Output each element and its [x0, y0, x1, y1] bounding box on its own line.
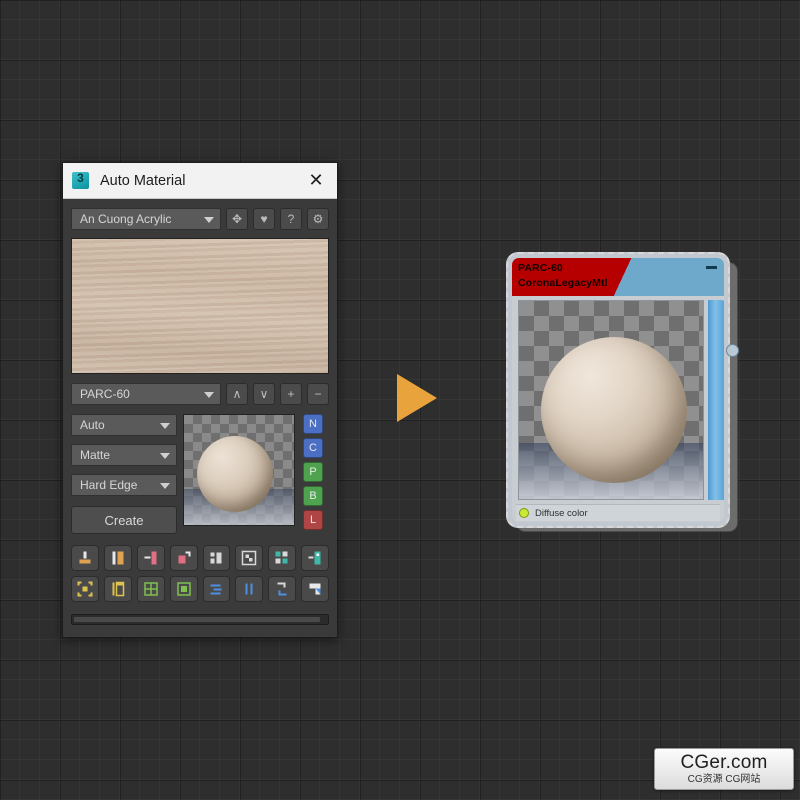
tool-grid-cells[interactable]: [268, 545, 297, 571]
tool-align-left[interactable]: [136, 545, 165, 571]
help-button[interactable]: ?: [280, 208, 302, 230]
channel-button-n[interactable]: N: [303, 414, 323, 434]
node-preview-thumbnail[interactable]: [518, 300, 704, 500]
move-down-button[interactable]: ∨: [253, 383, 275, 405]
channel-button-b[interactable]: B: [303, 486, 323, 506]
mapping-mode-value: Auto: [80, 418, 105, 432]
watermark-subtitle: CG资源 CG网站: [687, 773, 761, 785]
finish-value: Matte: [80, 448, 111, 462]
texture-preview[interactable]: [71, 238, 329, 374]
tool-panel-right[interactable]: [301, 545, 329, 571]
horizontal-scrollbar[interactable]: [71, 614, 329, 625]
node-title-line1: PARC-60: [518, 262, 563, 274]
move-up-button[interactable]: ∧: [226, 383, 248, 405]
material-sphere-preview[interactable]: [183, 414, 295, 526]
node-output-socket[interactable]: [726, 344, 739, 357]
scrollbar-thumb[interactable]: [74, 617, 320, 622]
finish-select[interactable]: Matte: [71, 444, 177, 466]
channel-buttons: N C P B L: [303, 414, 323, 530]
node-slot-diffuse-color[interactable]: Diffuse color: [516, 504, 720, 521]
tool-corner-shape[interactable]: [301, 576, 329, 602]
node-header[interactable]: PARC-60 CoronaLegacyMtl: [512, 258, 724, 296]
watermark-title: CGer.com: [680, 751, 768, 773]
channel-button-c[interactable]: C: [303, 438, 323, 458]
auto-material-dialog: 3 Auto Material ✕ An Cuong Acrylic ✥ ♥ ?…: [62, 162, 338, 638]
tool-side-panel[interactable]: [103, 576, 132, 602]
preset-row: PARC-60 ∧ ∨ + −: [71, 383, 329, 405]
channel-button-l[interactable]: L: [303, 510, 323, 530]
mapping-mode-select[interactable]: Auto: [71, 414, 177, 436]
dialog-title: Auto Material: [100, 172, 186, 189]
node-title-line2: CoronaLegacyMtl: [518, 277, 608, 289]
tool-distribute-h[interactable]: [202, 576, 231, 602]
tool-columns[interactable]: [202, 545, 231, 571]
chevron-down-icon: [160, 423, 170, 429]
preview-sphere: [197, 436, 273, 512]
favorite-button[interactable]: ♥: [253, 208, 275, 230]
dialog-body: An Cuong Acrylic ✥ ♥ ? ⚙ PARC-60 ∧ ∨ + −: [63, 199, 337, 602]
tool-apply-material[interactable]: [71, 545, 99, 571]
remove-preset-button[interactable]: −: [307, 383, 329, 405]
chevron-down-icon: [204, 392, 214, 398]
tool-button-grid: [71, 545, 329, 602]
preset-select-value: PARC-60: [80, 387, 130, 401]
material-row: An Cuong Acrylic ✥ ♥ ? ⚙: [71, 208, 329, 230]
slot-connector-dot-icon[interactable]: [519, 508, 529, 518]
create-button[interactable]: Create: [71, 506, 177, 534]
3dsmax-icon: 3: [72, 172, 89, 189]
edge-select[interactable]: Hard Edge: [71, 474, 177, 496]
chevron-down-icon: [204, 217, 214, 223]
middle-section: Auto Matte Hard Edge Create N C P B L: [71, 414, 329, 534]
tool-grid-four[interactable]: [136, 576, 165, 602]
tool-frame-fill[interactable]: [169, 576, 198, 602]
move-tool-button[interactable]: ✥: [226, 208, 248, 230]
node-body: PARC-60 CoronaLegacyMtl Diffuse color: [512, 258, 724, 522]
dialog-titlebar: 3 Auto Material ✕: [63, 163, 337, 199]
tool-checker[interactable]: [235, 545, 264, 571]
chevron-down-icon: [160, 483, 170, 489]
material-select[interactable]: An Cuong Acrylic: [71, 208, 221, 230]
edge-value: Hard Edge: [80, 478, 138, 492]
close-icon[interactable]: ✕: [301, 167, 331, 195]
tool-corner-fold[interactable]: [169, 545, 198, 571]
material-select-value: An Cuong Acrylic: [80, 212, 172, 226]
options-column: Auto Matte Hard Edge Create: [71, 414, 177, 534]
node-output-bar[interactable]: [708, 300, 724, 500]
material-node[interactable]: PARC-60 CoronaLegacyMtl Diffuse color: [506, 252, 739, 536]
tool-select-region[interactable]: [71, 576, 99, 602]
flow-arrow-right-icon: [397, 374, 437, 422]
slot-label: Diffuse color: [535, 507, 588, 519]
settings-button[interactable]: ⚙: [307, 208, 329, 230]
preset-select[interactable]: PARC-60: [71, 383, 221, 405]
node-minimize-button[interactable]: [706, 266, 717, 269]
watermark: CGer.com CG资源 CG网站: [654, 748, 794, 790]
add-preset-button[interactable]: +: [280, 383, 302, 405]
tool-panel-split[interactable]: [103, 545, 132, 571]
tool-bars-vertical[interactable]: [235, 576, 264, 602]
chevron-down-icon: [160, 453, 170, 459]
node-preview-sphere: [541, 337, 687, 483]
channel-button-p[interactable]: P: [303, 462, 323, 482]
tool-rotate[interactable]: [268, 576, 297, 602]
